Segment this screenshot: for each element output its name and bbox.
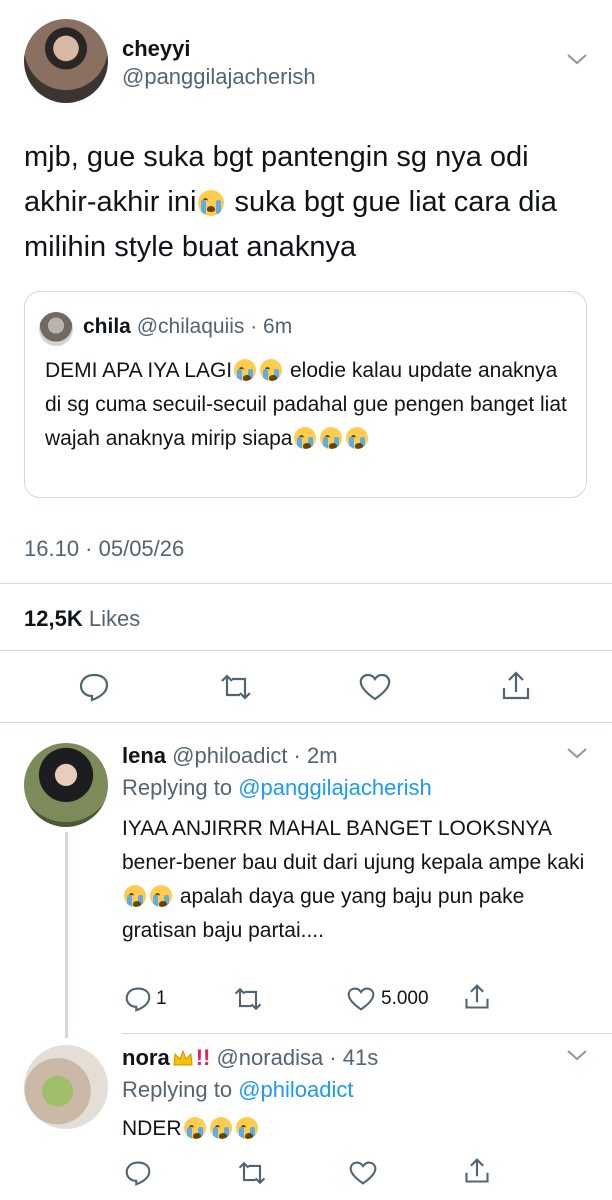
- replying-to: Replying to @philoadict: [122, 1077, 354, 1103]
- heart-icon[interactable]: [348, 1160, 378, 1186]
- loudly-crying-face-emoji-icon: [209, 1117, 232, 1139]
- quoted-handle-time: @chilaquiis · 6m: [136, 315, 293, 338]
- retweet-icon[interactable]: [232, 986, 264, 1012]
- quoted-header: chila @chilaquiis · 6m: [83, 315, 292, 339]
- loudly-crying-face-emoji-icon: [235, 1117, 258, 1139]
- chevron-down-icon[interactable]: [566, 1048, 588, 1062]
- loudly-crying-face-emoji-icon: [346, 427, 369, 449]
- double-exclamation-icon: !!: [195, 1045, 211, 1070]
- reply-handle-time[interactable]: @noradisa · 41s: [216, 1045, 378, 1070]
- divider: [0, 722, 612, 723]
- reply-icon[interactable]: [124, 986, 152, 1012]
- quoted-display-name: chila: [83, 315, 131, 338]
- replying-to-link[interactable]: @philoadict: [238, 1077, 353, 1102]
- reply-text-part1: IYAA ANJIRRR MAHAL BANGET LOOKSNYA bener…: [122, 817, 585, 874]
- reply-icon[interactable]: [78, 672, 110, 702]
- retweet-icon[interactable]: [236, 1160, 268, 1186]
- avatar-lena[interactable]: [24, 743, 108, 827]
- likes-label: Likes: [88, 606, 141, 631]
- reply-text: IYAA ANJIRRR MAHAL BANGET LOOKSNYA bener…: [122, 812, 592, 948]
- crown-icon: [173, 1049, 193, 1066]
- retweet-icon[interactable]: [218, 673, 254, 701]
- handle[interactable]: @panggilajacherish: [122, 64, 316, 90]
- share-icon[interactable]: [463, 983, 491, 1011]
- heart-icon[interactable]: [346, 986, 376, 1012]
- share-icon[interactable]: [463, 1157, 491, 1185]
- tweet-timestamp[interactable]: 16.10 · 05/05/26: [24, 536, 184, 562]
- avatar-nora[interactable]: [24, 1045, 108, 1129]
- heart-icon[interactable]: [358, 672, 392, 702]
- reply-icon[interactable]: [124, 1160, 152, 1186]
- loudly-crying-face-emoji-icon: [260, 359, 283, 381]
- divider: [0, 583, 612, 584]
- loudly-crying-face-emoji-icon: [183, 1117, 206, 1139]
- chevron-down-icon[interactable]: [566, 52, 588, 66]
- reply-header: nora!! @noradisa · 41s: [122, 1045, 378, 1071]
- chevron-down-icon[interactable]: [566, 746, 588, 760]
- reply-text-part1: NDER: [122, 1117, 182, 1140]
- avatar-cheyyi[interactable]: [24, 19, 108, 103]
- share-icon[interactable]: [500, 670, 532, 702]
- loudly-crying-face-emoji-icon: [124, 885, 146, 907]
- likes-stat[interactable]: 12,5K Likes: [24, 606, 140, 632]
- quoted-text-part1: DEMI APA IYA LAGI: [45, 359, 233, 382]
- replying-to-link[interactable]: @panggilajacherish: [238, 775, 432, 800]
- divider: [0, 650, 612, 651]
- display-name[interactable]: cheyyi: [122, 36, 191, 62]
- avatar-chila: [39, 312, 73, 346]
- tweet-text: mjb, gue suka bgt pantengin sg nya odi a…: [24, 135, 594, 270]
- reply-text-part2: apalah daya gue yang baju pun pake grati…: [122, 885, 525, 942]
- quoted-text: DEMI APA IYA LAGI elodie kalau update an…: [45, 354, 570, 456]
- replying-prefix: Replying to: [122, 775, 233, 800]
- reply-header: lena @philoadict · 2m: [122, 743, 338, 769]
- quoted-tweet-card[interactable]: chila @chilaquiis · 6m DEMI APA IYA LAGI…: [24, 291, 587, 498]
- reply-display-name[interactable]: lena: [122, 743, 166, 768]
- loudly-crying-face-emoji-icon: [294, 427, 317, 449]
- reply-handle-time[interactable]: @philoadict · 2m: [172, 743, 337, 768]
- reply-count: 1: [156, 988, 167, 1009]
- loudly-crying-face-emoji-icon: [320, 427, 343, 449]
- likes-count: 12,5K: [24, 606, 83, 631]
- thread-line: [65, 832, 68, 1038]
- divider: [122, 1033, 612, 1034]
- loudly-crying-face-emoji-icon: [234, 359, 257, 381]
- reply-text: NDER: [122, 1112, 592, 1146]
- replying-to: Replying to @panggilajacherish: [122, 775, 432, 801]
- reply-display-name[interactable]: nora: [122, 1045, 170, 1070]
- replying-prefix: Replying to: [122, 1077, 233, 1102]
- like-count: 5.000: [381, 988, 429, 1009]
- loudly-crying-face-emoji-icon: [198, 190, 225, 216]
- loudly-crying-face-emoji-icon: [150, 885, 172, 907]
